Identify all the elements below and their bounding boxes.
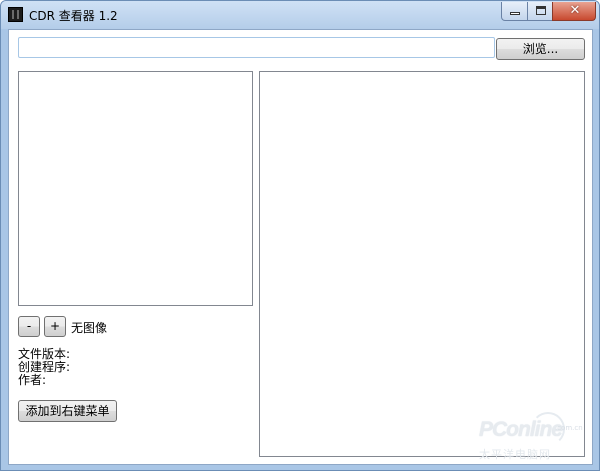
zoom-in-button[interactable]: + bbox=[44, 316, 66, 337]
title-bar[interactable]: CDR 查看器 1.2 ✕ bbox=[1, 1, 599, 29]
file-path-input[interactable] bbox=[18, 37, 495, 58]
window-title: CDR 查看器 1.2 bbox=[29, 9, 118, 23]
image-status-label: 无图像 bbox=[71, 321, 108, 335]
thumbnail-preview bbox=[18, 71, 253, 306]
minimize-icon bbox=[510, 12, 520, 15]
zoom-out-button[interactable]: - bbox=[18, 316, 40, 337]
maximize-icon bbox=[536, 6, 546, 15]
client-area: 浏览... - + 无图像 文件版本: 创建程序: 作者: 添加到右键菜单 PC… bbox=[8, 29, 593, 465]
author-label: 作者: bbox=[18, 373, 47, 387]
minimize-button[interactable] bbox=[501, 2, 528, 21]
image-viewer-pane[interactable] bbox=[259, 71, 585, 457]
app-window: CDR 查看器 1.2 ✕ 浏览... - + 无图像 文件版本: 创建程序: … bbox=[0, 0, 600, 471]
close-icon: ✕ bbox=[569, 3, 581, 18]
app-icon bbox=[8, 7, 23, 22]
browse-button[interactable]: 浏览... bbox=[496, 38, 585, 60]
close-button[interactable]: ✕ bbox=[552, 2, 596, 21]
add-to-context-menu-button[interactable]: 添加到右键菜单 bbox=[18, 400, 117, 422]
maximize-button[interactable] bbox=[527, 2, 553, 21]
